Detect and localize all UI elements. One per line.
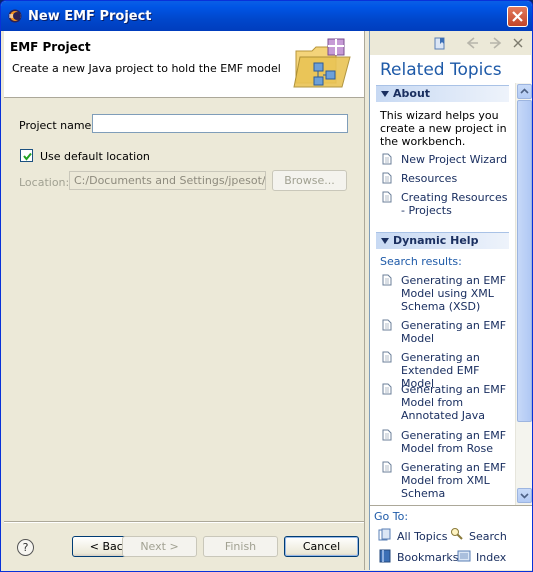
link-label: - Projects [401, 204, 452, 217]
search-result-link[interactable]: Generating an EMF Model from XML Schema [401, 461, 511, 500]
about-text-line: the workbench. [380, 135, 466, 148]
dynamic-help-section-header[interactable]: Dynamic Help [376, 232, 509, 249]
project-name-label: Project name: [19, 119, 96, 132]
about-text: This wizard helps you create a new proje… [380, 109, 507, 148]
title-bar[interactable]: New EMF Project [1, 1, 532, 31]
search-result-link[interactable]: Generating an EMF Model from Rose [401, 429, 511, 455]
search-results-label: Search results: [380, 255, 462, 268]
link-label: Model using XML [401, 287, 494, 300]
link-label: Generating an EMF [401, 319, 507, 332]
collapse-triangle-icon [381, 91, 389, 97]
goto-bar: Go To: All Topics Search Bookmarks Index [370, 505, 532, 570]
chevron-up-icon [520, 88, 529, 94]
close-icon [512, 11, 523, 22]
close-help-icon[interactable] [510, 35, 526, 51]
document-icon [382, 429, 392, 441]
document-icon [382, 172, 392, 184]
forward-arrow-icon[interactable] [488, 35, 504, 51]
index-icon [457, 550, 471, 562]
link-label: Generating an [401, 351, 480, 364]
eclipse-icon [8, 9, 22, 23]
bookmarks-icon [379, 549, 391, 563]
search-icon [451, 528, 463, 540]
all-topics-icon [378, 528, 391, 541]
chevron-down-icon [520, 493, 529, 499]
link-label: Annotated Java [401, 409, 486, 422]
about-text-line: This wizard helps you [380, 109, 499, 122]
related-topics-title: Related Topics [380, 60, 502, 80]
help-button[interactable]: ? [17, 539, 34, 556]
collapse-triangle-icon [381, 238, 389, 244]
checkmark-icon [23, 152, 32, 161]
about-heading: About [393, 87, 431, 100]
link-label: Schema [401, 487, 446, 500]
link-label: Generating an EMF [401, 274, 507, 287]
link-label: Schema (XSD) [401, 300, 481, 313]
finish-button[interactable]: Finish [203, 536, 278, 557]
help-scroll-area: About This wizard helps you create a new… [370, 83, 532, 505]
document-icon [382, 191, 392, 203]
document-icon [382, 274, 392, 286]
close-button[interactable] [507, 6, 528, 27]
scroll-down-button[interactable] [517, 488, 532, 503]
page-description: Create a new Java project to hold the EM… [12, 62, 281, 75]
bookmark-add-icon[interactable] [432, 35, 448, 51]
about-link-resources[interactable]: Resources [401, 172, 511, 185]
link-label: Creating Resources [401, 191, 508, 204]
link-label: Generating an EMF [401, 429, 507, 442]
wizard-page: EMF Project Create a new Java project to… [4, 31, 364, 570]
about-section-header[interactable]: About [376, 85, 509, 102]
use-default-location-label: Use default location [40, 150, 150, 163]
window-title: New EMF Project [28, 9, 152, 24]
about-text-line: create a new project in [380, 122, 507, 135]
next-button[interactable]: Next > [122, 536, 197, 557]
back-arrow-icon[interactable] [464, 35, 480, 51]
document-icon [382, 319, 392, 331]
link-label: Generating an EMF [401, 383, 507, 396]
use-default-location-checkbox[interactable] [20, 149, 33, 162]
document-icon [382, 153, 392, 165]
link-label: Model from XML [401, 474, 490, 487]
help-vertical-scrollbar[interactable] [515, 83, 532, 505]
index-link[interactable]: Index [476, 551, 506, 564]
page-title: EMF Project [10, 40, 91, 54]
document-icon [382, 383, 392, 395]
document-icon [382, 461, 392, 473]
all-topics-link[interactable]: All Topics [397, 530, 448, 543]
project-name-input[interactable] [92, 114, 348, 133]
goto-label: Go To: [374, 510, 409, 523]
new-project-wizard-icon [293, 38, 351, 88]
document-icon [382, 351, 392, 363]
location-label: Location: [19, 176, 70, 189]
wizard-banner: EMF Project Create a new Java project to… [4, 31, 364, 98]
search-result-link[interactable]: Generating an EMF Model using XML Schema… [401, 274, 511, 313]
link-label: Model from Rose [401, 442, 493, 455]
help-pane: Related Topics About This wizard helps y… [369, 31, 532, 570]
link-label: Generating an EMF [401, 461, 507, 474]
browse-button[interactable]: Browse... [272, 170, 347, 191]
link-label: Resources [401, 172, 458, 185]
about-link-new-project-wizard[interactable]: New Project Wizard [401, 153, 511, 166]
search-result-link[interactable]: Generating an EMF Model [401, 319, 511, 345]
wizard-window: New EMF Project EMF Project Create a new… [0, 0, 533, 572]
dynamic-help-heading: Dynamic Help [393, 234, 479, 247]
link-label: Model from [401, 396, 464, 409]
scroll-up-button[interactable] [517, 84, 532, 99]
search-result-link[interactable]: Generating an EMF Model from Annotated J… [401, 383, 511, 422]
cancel-button[interactable]: Cancel [284, 536, 359, 557]
bookmarks-link[interactable]: Bookmarks [397, 551, 458, 564]
button-bar-separator [4, 521, 364, 523]
link-label: New Project Wizard [401, 153, 508, 166]
about-link-creating-resources[interactable]: Creating Resources - Projects [401, 191, 511, 217]
location-input[interactable]: C:/Documents and Settings/jpesot/Des [69, 171, 266, 190]
search-link[interactable]: Search [469, 530, 507, 543]
help-toolbar [370, 31, 532, 55]
link-label: Model [401, 332, 435, 345]
scroll-thumb[interactable] [517, 100, 532, 422]
